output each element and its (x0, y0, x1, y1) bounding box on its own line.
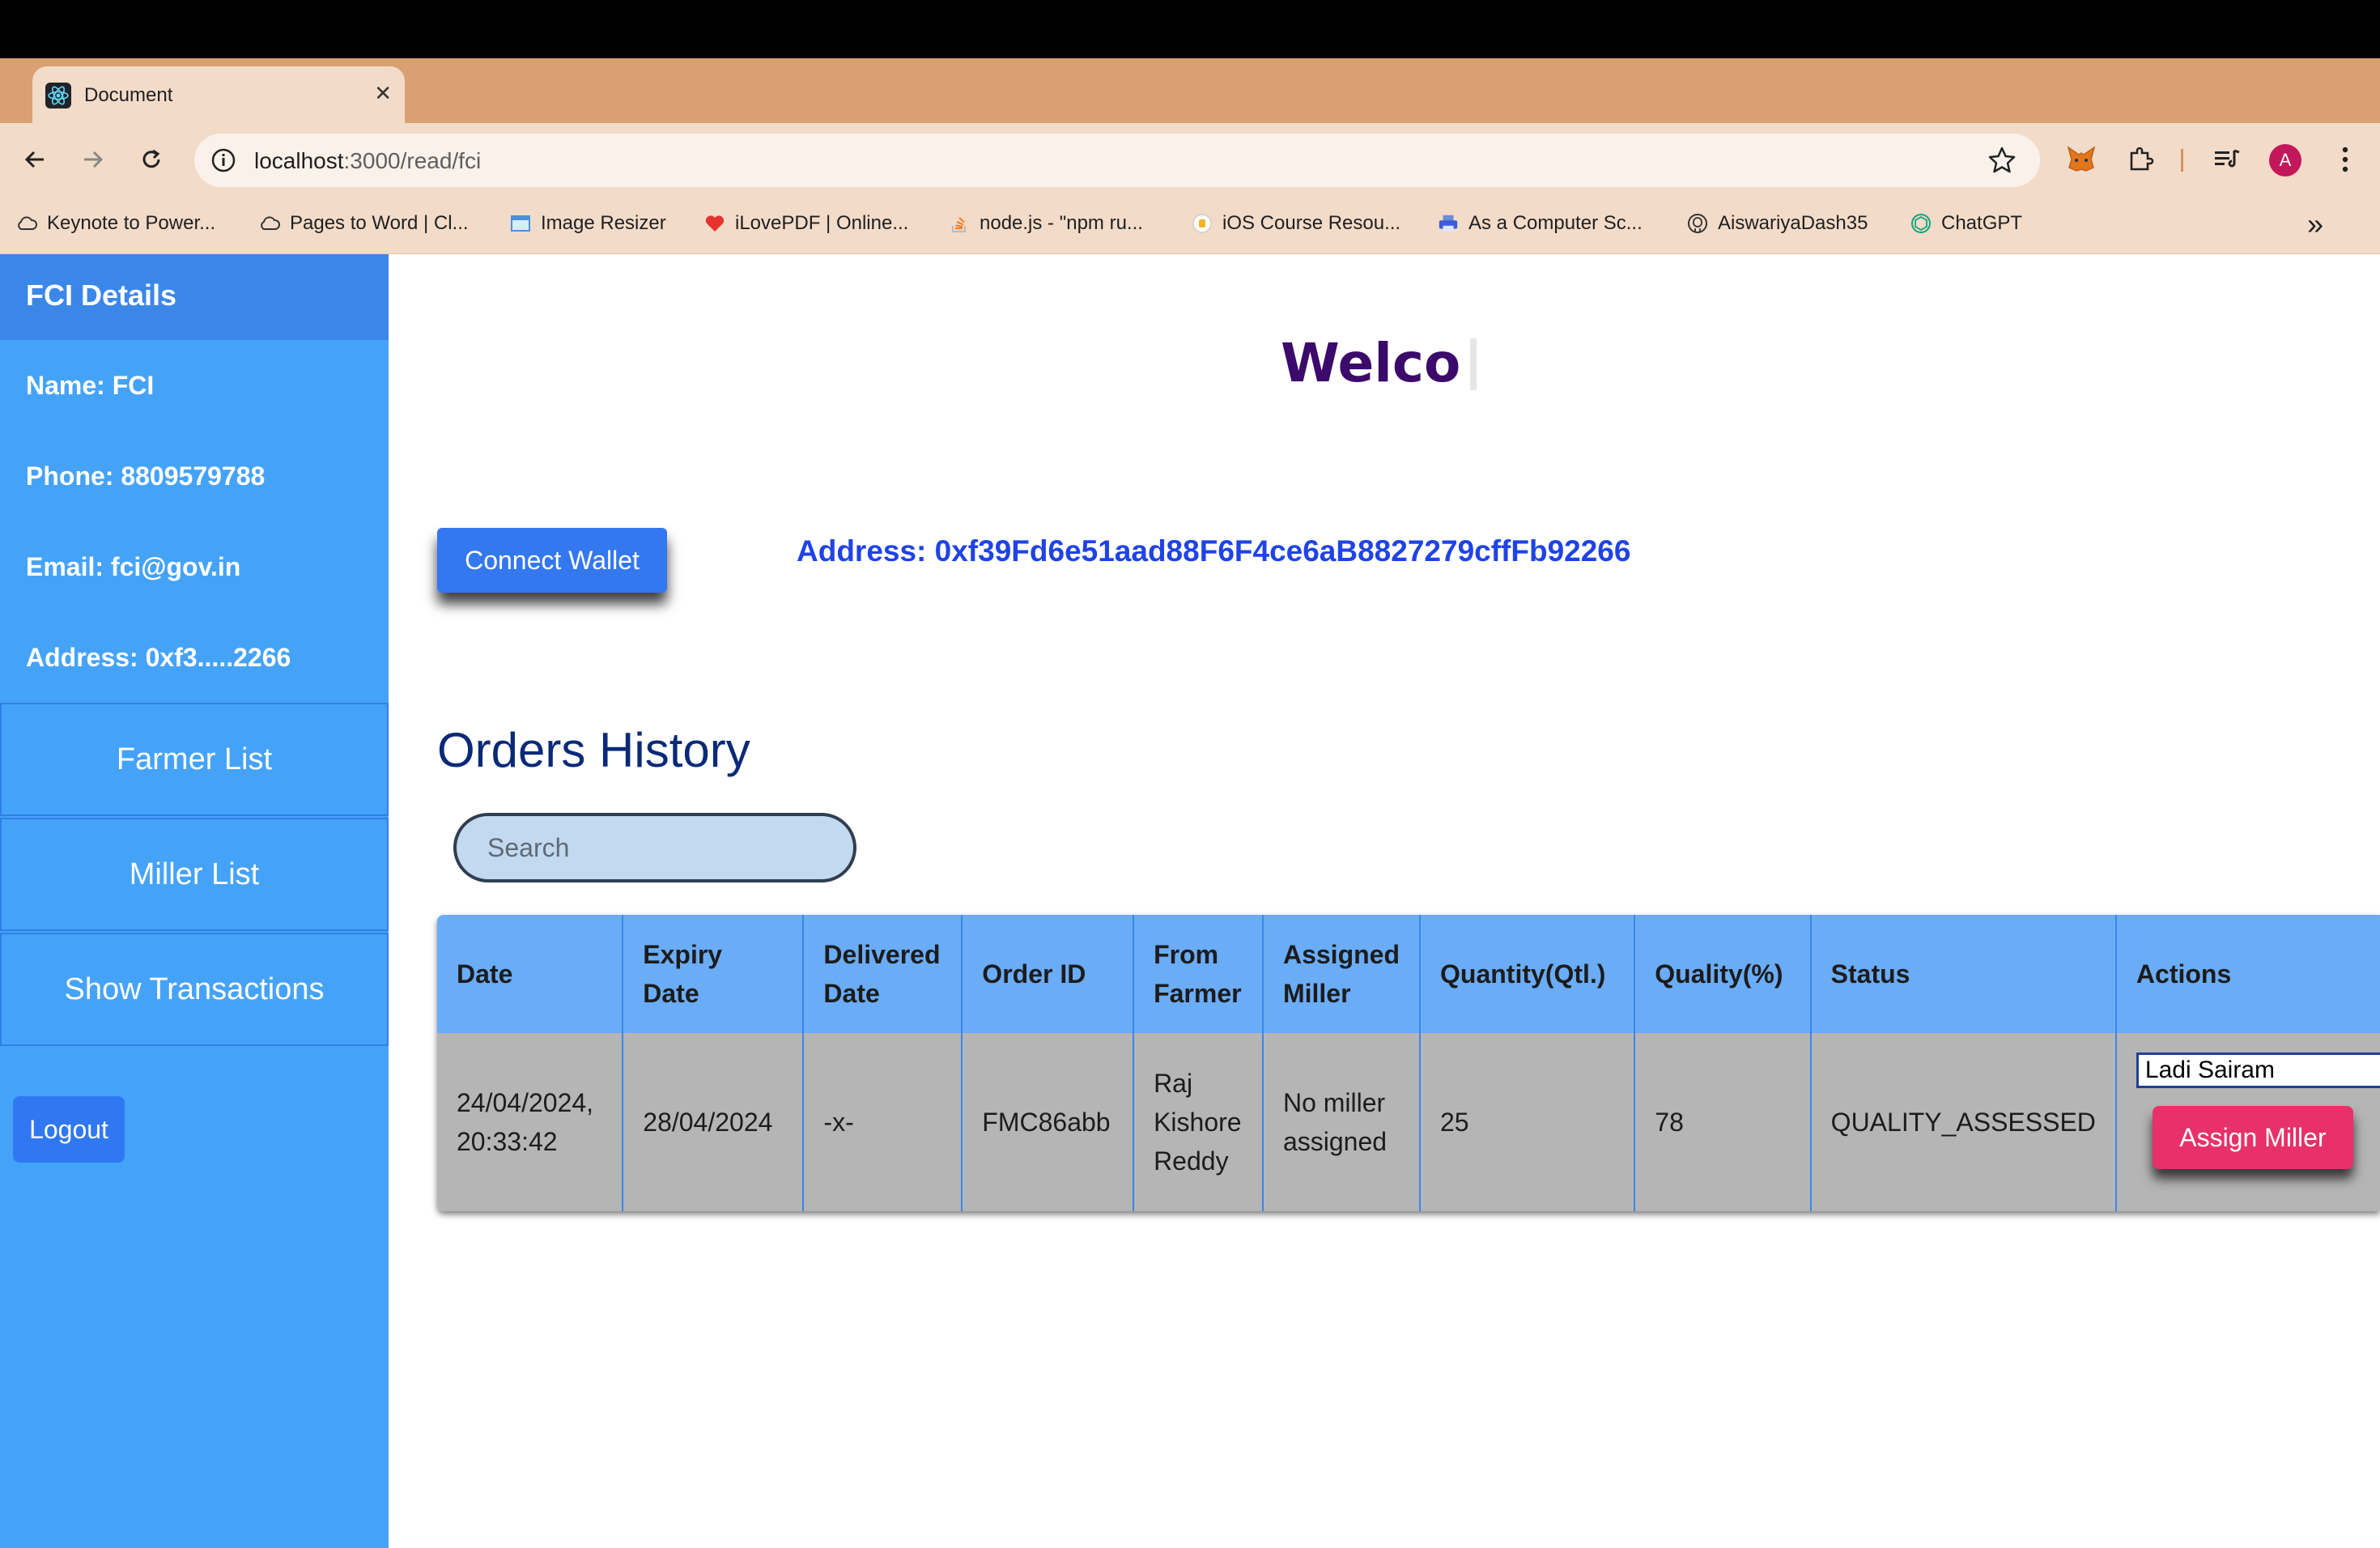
column-header: Order ID (962, 915, 1135, 1033)
cloud-icon (16, 213, 37, 234)
bookmarks-bar: Keynote to Power... Pages to Word | Cl..… (0, 196, 2380, 254)
logout-button[interactable]: Logout (13, 1096, 125, 1163)
github-icon (1687, 213, 1708, 234)
column-header: Quantity(Qtl.) (1420, 915, 1636, 1033)
bookmark-label: node.js - "npm ru... (980, 212, 1143, 234)
bookmark-star-icon[interactable] (1987, 145, 2017, 176)
cell-quality: 78 (1634, 1033, 1812, 1211)
tab-title: Document (84, 84, 173, 106)
bookmark-label: As a Computer Sc... (1468, 212, 1643, 234)
table-header-row: Date Expiry Date Delivered Date Order ID… (437, 915, 2380, 1033)
column-header: Quality(%) (1634, 915, 1812, 1033)
column-header: Delivered Date (803, 915, 963, 1033)
cell-from-farmer: Raj Kishore Reddy (1133, 1033, 1264, 1211)
cell-status: QUALITY_ASSESSED (1810, 1033, 2117, 1211)
show-transactions-button[interactable]: Show Transactions (0, 933, 389, 1046)
wallet-address: Address: 0xf39Fd6e51aad88F6F4ce6aB882727… (797, 534, 1631, 568)
column-header: Date (437, 915, 624, 1033)
farmer-list-button[interactable]: Farmer List (0, 703, 389, 816)
bookmark-item[interactable]: iOS Course Resou... (1192, 212, 1400, 235)
url-path: :3000/read/fci (343, 148, 482, 173)
sidebar-phone: Phone: 8809579788 (26, 461, 266, 491)
profile-avatar[interactable]: A (2269, 144, 2301, 176)
cell-delivered-date: -x- (803, 1033, 963, 1211)
bookmark-item[interactable]: ChatGPT (1910, 212, 2022, 235)
tab-strip: Document ✕ + (0, 58, 2380, 170)
url-text[interactable]: localhost:3000/read/fci (254, 148, 481, 174)
bookmark-item[interactable]: As a Computer Sc... (1438, 212, 1643, 235)
search-input[interactable] (453, 813, 856, 882)
column-header: Actions (2115, 915, 2380, 1033)
forward-icon[interactable] (74, 141, 112, 178)
sidebar-email: Email: fci@gov.in (26, 552, 241, 581)
typing-caret (1470, 338, 1477, 390)
sidebar-address: Address: 0xf3.....2266 (26, 643, 291, 672)
bookmark-label: Keynote to Power... (47, 212, 216, 234)
orders-table-container: Date Expiry Date Delivered Date Order ID… (437, 915, 2380, 1211)
bookmark-item[interactable]: Image Resizer (510, 212, 666, 235)
metamask-fox-icon[interactable] (2063, 141, 2100, 178)
miller-list-button[interactable]: Miller List (0, 818, 389, 931)
back-icon[interactable] (16, 141, 53, 178)
extensions-puzzle-icon[interactable] (2123, 141, 2160, 178)
sidebar: FCI Details Name: FCI Phone: 8809579788 … (0, 254, 389, 1548)
image-icon (510, 213, 531, 234)
cloud-icon (259, 213, 280, 234)
app-page: FCI Details Name: FCI Phone: 8809579788 … (0, 254, 2380, 1548)
connect-wallet-button[interactable]: Connect Wallet (437, 528, 667, 593)
orders-table: Date Expiry Date Delivered Date Order ID… (437, 915, 2380, 1211)
chatgpt-icon (1910, 213, 1932, 234)
column-header: Expiry Date (623, 915, 805, 1033)
bookmark-item[interactable]: node.js - "npm ru... (949, 212, 1143, 235)
browser-toolbar: localhost:3000/read/fci A (0, 123, 2380, 196)
cell-assigned-miller: No miller assigned (1262, 1033, 1422, 1211)
reload-icon[interactable] (133, 141, 170, 178)
bookmark-item[interactable]: Keynote to Power... (16, 212, 215, 235)
bookmark-label: iOS Course Resou... (1222, 212, 1401, 234)
tab-close-icon[interactable]: ✕ (374, 81, 392, 106)
cell-quantity: 25 (1420, 1033, 1636, 1211)
column-header: Assigned Miller (1262, 915, 1422, 1033)
site-info-icon[interactable] (207, 144, 240, 176)
bookmark-label: Pages to Word | Cl... (290, 212, 469, 234)
orders-history-title: Orders History (437, 723, 750, 777)
react-favicon-icon (45, 83, 71, 108)
bookmark-label: ChatGPT (1941, 212, 2023, 234)
stackoverflow-icon (949, 213, 970, 234)
media-controls-icon[interactable] (2208, 141, 2246, 178)
menu-bar-area (0, 0, 2380, 58)
cell-date: 24/04/2024, 20:33:42 (437, 1033, 624, 1211)
miller-select[interactable]: Ladi Sairam (2136, 1053, 2380, 1088)
bookmarks-overflow-icon[interactable]: » (2307, 207, 2323, 241)
bookmark-label: Image Resizer (541, 212, 666, 234)
cell-order-id: FMC86abb (962, 1033, 1135, 1211)
assign-miller-button[interactable]: Assign Miller (2152, 1106, 2353, 1169)
column-header: Status (1810, 915, 2117, 1033)
browser-tab[interactable]: Document ✕ (32, 66, 405, 123)
heart-icon (704, 213, 725, 234)
bookmark-label: AiswariyaDash35 (1718, 212, 1868, 234)
column-header: From Farmer (1133, 915, 1264, 1033)
welcome-heading: Welco (1281, 332, 1461, 394)
bookmark-item[interactable]: AiswariyaDash35 (1687, 212, 1868, 235)
address-bar[interactable]: localhost:3000/read/fci (194, 134, 2040, 187)
bookmark-label: iLovePDF | Online... (735, 212, 909, 234)
bookmark-item[interactable]: iLovePDF | Online... (704, 212, 908, 235)
table-row: 24/04/2024, 20:33:42 28/04/2024 -x- FMC8… (437, 1033, 2380, 1211)
printer-icon (1438, 213, 1459, 234)
sidebar-name: Name: FCI (26, 371, 155, 400)
url-host: localhost (254, 148, 344, 173)
cell-expiry-date: 28/04/2024 (623, 1033, 805, 1211)
course-icon (1192, 213, 1213, 234)
cell-actions: Ladi Sairam Assign Miller (2115, 1033, 2380, 1211)
toolbar-separator (2181, 149, 2183, 172)
bookmark-item[interactable]: Pages to Word | Cl... (259, 212, 469, 235)
kebab-menu-icon[interactable] (2327, 141, 2364, 178)
sidebar-title: FCI Details (0, 254, 389, 340)
